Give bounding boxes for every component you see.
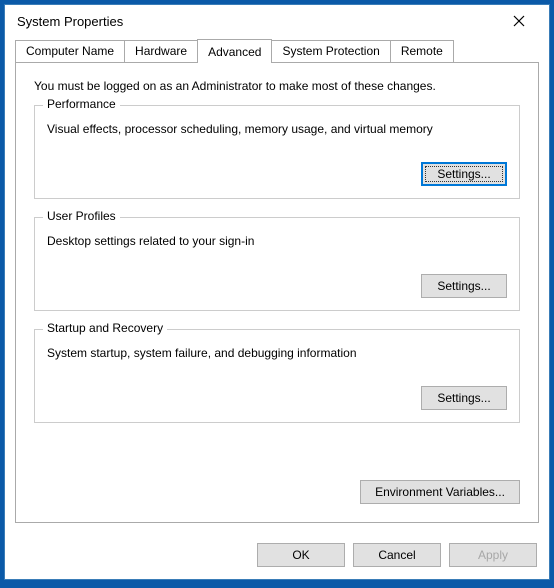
- titlebar: System Properties: [5, 5, 549, 37]
- startup-recovery-desc: System startup, system failure, and debu…: [47, 346, 507, 360]
- performance-group: Performance Visual effects, processor sc…: [34, 105, 520, 199]
- performance-settings-button[interactable]: Settings...: [421, 162, 507, 186]
- environment-variables-button[interactable]: Environment Variables...: [360, 480, 520, 504]
- advanced-tab-panel: You must be logged on as an Administrato…: [15, 62, 539, 523]
- tab-hardware[interactable]: Hardware: [124, 40, 198, 62]
- ok-button[interactable]: OK: [257, 543, 345, 567]
- startup-recovery-button-row: Settings...: [47, 386, 507, 410]
- admin-notice: You must be logged on as an Administrato…: [34, 79, 520, 93]
- user-profiles-group: User Profiles Desktop settings related t…: [34, 217, 520, 311]
- startup-recovery-settings-button[interactable]: Settings...: [421, 386, 507, 410]
- tab-strip: Computer Name Hardware Advanced System P…: [15, 39, 539, 62]
- user-profiles-settings-button[interactable]: Settings...: [421, 274, 507, 298]
- window-title: System Properties: [17, 14, 499, 29]
- tab-remote[interactable]: Remote: [390, 40, 454, 62]
- startup-recovery-group: Startup and Recovery System startup, sys…: [34, 329, 520, 423]
- system-properties-window: System Properties Computer Name Hardware…: [4, 4, 550, 580]
- performance-desc: Visual effects, processor scheduling, me…: [47, 122, 507, 136]
- performance-title: Performance: [43, 97, 120, 111]
- user-profiles-desc: Desktop settings related to your sign-in: [47, 234, 507, 248]
- tab-computer-name[interactable]: Computer Name: [15, 40, 125, 62]
- env-vars-row: Environment Variables...: [34, 480, 520, 504]
- tab-advanced[interactable]: Advanced: [197, 39, 272, 63]
- performance-button-row: Settings...: [47, 162, 507, 186]
- startup-recovery-title: Startup and Recovery: [43, 321, 167, 335]
- user-profiles-button-row: Settings...: [47, 274, 507, 298]
- close-button[interactable]: [499, 7, 539, 35]
- apply-button[interactable]: Apply: [449, 543, 537, 567]
- dialog-button-row: OK Cancel Apply: [5, 533, 549, 579]
- tab-system-protection[interactable]: System Protection: [271, 40, 390, 62]
- user-profiles-title: User Profiles: [43, 209, 120, 223]
- content-area: Computer Name Hardware Advanced System P…: [5, 37, 549, 533]
- close-icon: [513, 15, 525, 27]
- cancel-button[interactable]: Cancel: [353, 543, 441, 567]
